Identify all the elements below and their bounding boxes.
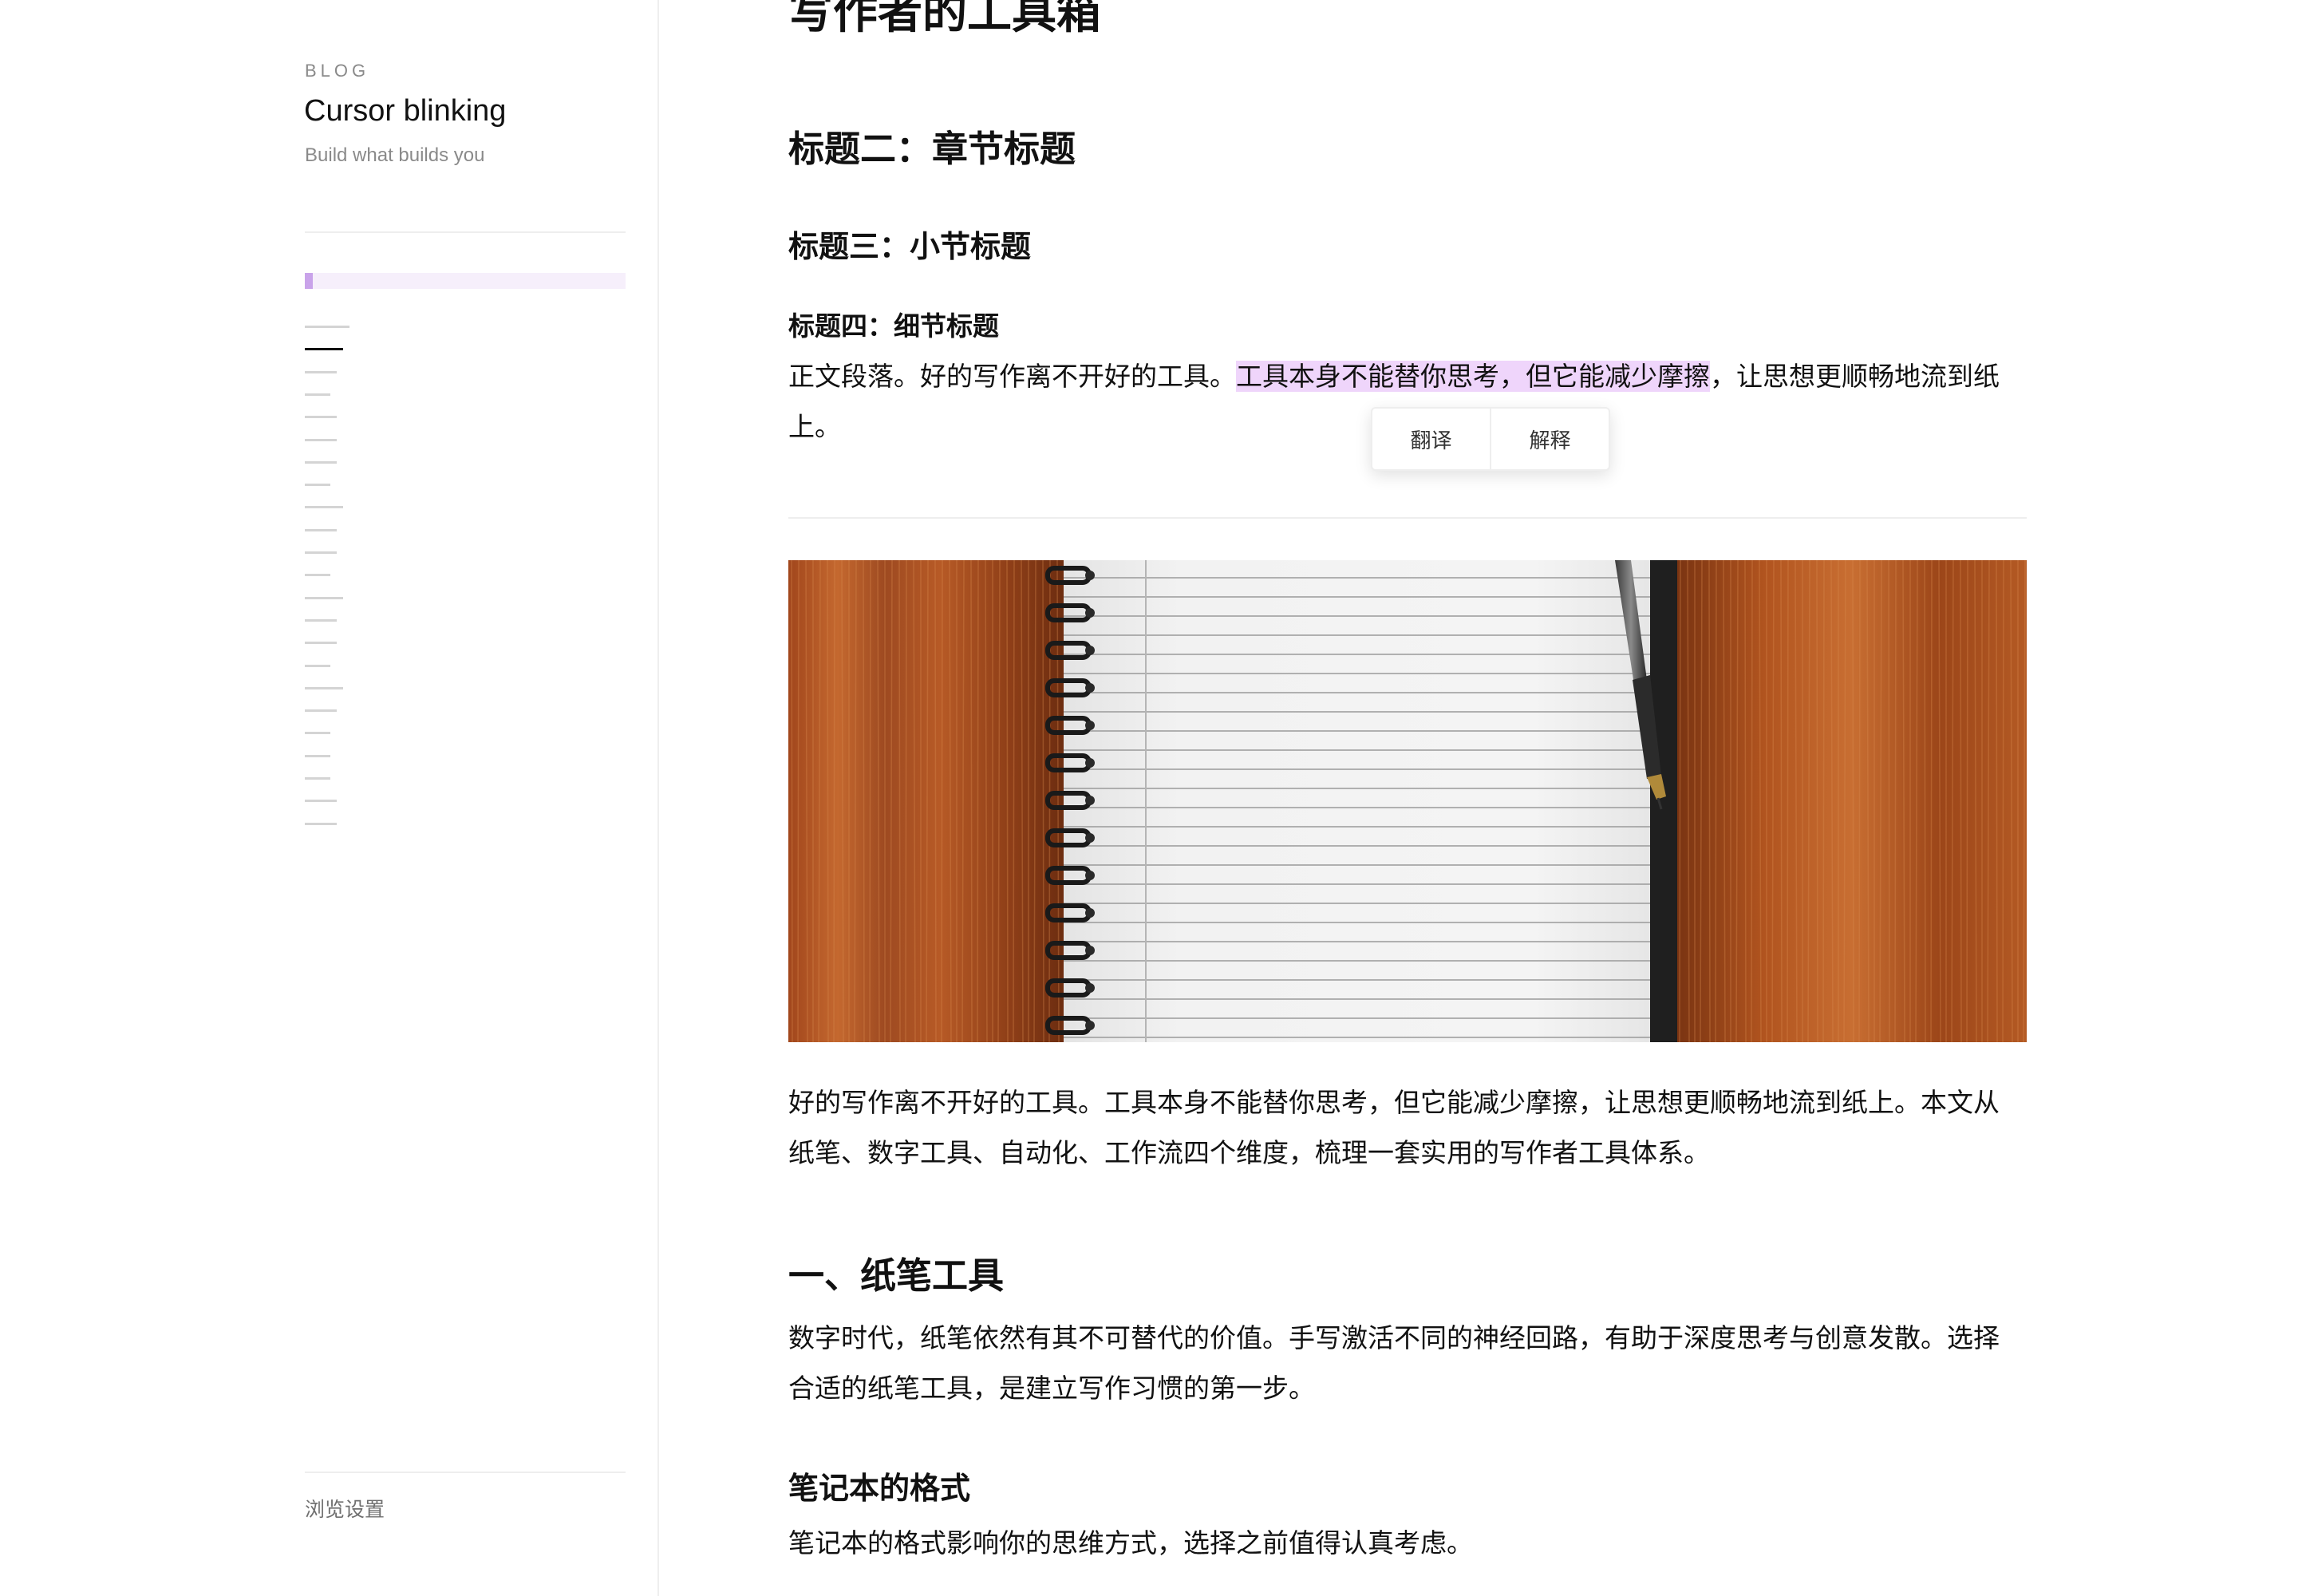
site-tagline: Build what builds you xyxy=(305,144,485,166)
reading-progress-bar xyxy=(305,273,626,289)
toc-item[interactable] xyxy=(305,326,349,328)
subsection-paragraph: 笔记本的格式影响你的思维方式，选择之前值得认真考虑。 xyxy=(788,1527,1473,1558)
toc-item[interactable] xyxy=(305,484,330,487)
toc-item[interactable] xyxy=(305,438,337,441)
article-title: 写作者的工具箱 xyxy=(788,0,1101,39)
site-title[interactable]: Cursor blinking xyxy=(304,94,506,128)
toc-item[interactable] xyxy=(305,777,330,780)
content-divider xyxy=(788,517,2027,519)
toc-item[interactable] xyxy=(305,528,337,531)
reading-progress-fill xyxy=(305,273,313,289)
notebook-page xyxy=(1064,560,1650,1042)
translate-button[interactable]: 翻译 xyxy=(1372,409,1490,469)
notebook-photo xyxy=(788,560,2027,1042)
sidebar-divider-bottom xyxy=(305,1472,626,1473)
toc-item[interactable] xyxy=(305,642,337,645)
explain-button[interactable]: 解释 xyxy=(1490,409,1609,469)
toc-item[interactable] xyxy=(305,754,330,757)
wood-table-right xyxy=(1677,560,2027,1042)
section-heading: 一、纸笔工具 xyxy=(788,1254,1005,1297)
browse-settings-link[interactable]: 浏览设置 xyxy=(305,1494,385,1523)
paragraph-text: 正文段落。好的写作离不开好的工具。 xyxy=(788,361,1236,392)
blog-label: BLOG xyxy=(305,61,370,81)
subsection-heading: 笔记本的格式 xyxy=(788,1470,971,1506)
toc-item[interactable] xyxy=(305,732,330,735)
toc-item[interactable] xyxy=(305,460,337,464)
toc-item[interactable] xyxy=(305,370,337,373)
toc-item[interactable] xyxy=(305,596,343,599)
toc-item[interactable] xyxy=(305,664,330,667)
toc-item[interactable] xyxy=(305,618,337,622)
toc-item[interactable] xyxy=(305,574,330,577)
toc-item[interactable] xyxy=(305,800,337,803)
selected-text-highlight[interactable]: 工具本身不能替你思考，但它能减少摩擦 xyxy=(1236,361,1710,392)
notebook-cover xyxy=(1650,560,1677,1042)
toc-item[interactable] xyxy=(305,416,337,419)
toc-item[interactable] xyxy=(305,686,343,689)
heading-level-2: 标题二：章节标题 xyxy=(788,128,1076,170)
toc-item[interactable] xyxy=(305,822,337,825)
toc-item[interactable] xyxy=(305,506,343,509)
intro-paragraph: 好的写作离不开好的工具。工具本身不能替你思考，但它能减少摩擦，让思想更顺畅地流到… xyxy=(788,1087,2000,1168)
heading-level-4: 标题四：细节标题 xyxy=(788,310,999,342)
heading-level-3: 标题三：小节标题 xyxy=(788,228,1032,264)
selection-popup: 翻译 解释 xyxy=(1371,407,1610,471)
sidebar-divider xyxy=(305,231,626,233)
toc-item[interactable] xyxy=(305,551,337,554)
toc-item[interactable] xyxy=(305,393,330,396)
article-content: 写作者的工具箱 标题二：章节标题 标题三：小节标题 标题四：细节标题 正文段落。… xyxy=(788,0,2027,1596)
toc-item[interactable] xyxy=(305,709,337,713)
sidebar: BLOG Cursor blinking Build what builds y… xyxy=(0,0,659,1596)
section-paragraph: 数字时代，纸笔依然有其不可替代的价值。手写激活不同的神经回路，有助于深度思考与创… xyxy=(788,1322,2000,1404)
toc-item[interactable] xyxy=(305,348,343,351)
